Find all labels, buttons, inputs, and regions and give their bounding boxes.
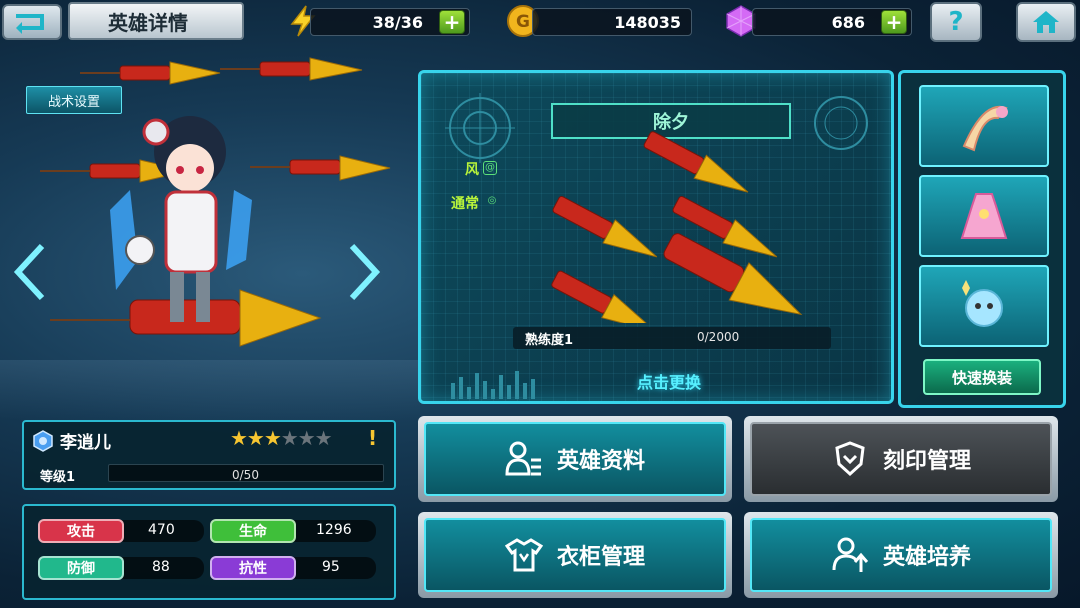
imprint-management-label: 刻印管理 — [882, 449, 971, 474]
wardrobe-management-button[interactable]: 衣柜管理 — [418, 512, 732, 598]
gear-slot-pet[interactable] — [919, 265, 1049, 347]
stat-resistance-label: 抗性 — [210, 556, 296, 580]
pet-companion-icon — [962, 280, 1003, 327]
stat-defense-label: 防御 — [38, 556, 124, 580]
hero-character-image — [40, 57, 391, 347]
shield-emblem-icon — [835, 441, 865, 477]
stat-attack-label: 攻击 — [38, 519, 124, 543]
hero-training-button[interactable]: 英雄培养 — [744, 512, 1058, 598]
gear-slot-outfit[interactable] — [919, 175, 1049, 257]
change-weapon-button[interactable]: 点击更换 — [637, 369, 701, 393]
wardrobe-management-label: 衣柜管理 — [556, 545, 645, 570]
back-button[interactable] — [2, 4, 62, 40]
dress-outfit-icon — [960, 193, 1008, 239]
hero-info-panel: 李逍儿 ★★★★★★ ! 等级1 0/50 — [22, 420, 396, 490]
home-icon — [1033, 11, 1059, 33]
prev-hero-arrow[interactable] — [10, 240, 50, 304]
level-label: 等级1 — [40, 470, 76, 485]
stat-attack-value: 470 — [148, 522, 175, 538]
stat-hp-value: 1296 — [316, 522, 352, 538]
proficiency-value: 0/2000 — [697, 330, 740, 344]
back-icon — [16, 14, 44, 34]
proficiency-label: 熟练度1 — [525, 333, 574, 348]
quick-change-button[interactable]: 快速换装 — [923, 359, 1041, 395]
rarity-label: 通常 — [451, 196, 479, 212]
stats-panel: 攻击 470 生命 1296 防御 88 抗性 95 — [22, 504, 396, 600]
stamina-counter: 38/36 + — [310, 8, 470, 36]
shirt-icon — [504, 538, 543, 572]
user-upgrade-icon — [832, 537, 869, 572]
help-button[interactable]: ? — [930, 2, 982, 42]
stat-resistance-value: 95 — [322, 559, 340, 575]
add-gems-button[interactable]: + — [881, 10, 907, 34]
stars-empty: ★★★ — [280, 426, 333, 450]
gear-column: 快速换装 — [898, 70, 1066, 408]
top-bar: 英雄详情 38/36 + G 148035 686 + ? — [0, 0, 1080, 46]
weapon-panel[interactable]: 除夕 风 @ 通常 ◎ 熟练度1 0/2000 点击更换 — [418, 70, 894, 404]
hero-info-button[interactable]: 英雄资料 — [418, 416, 732, 502]
gem-counter: 686 + — [752, 8, 912, 36]
page-title: 英雄详情 — [68, 2, 244, 40]
stat-hp-label: 生命 — [210, 519, 296, 543]
stars-filled: ★★★ — [230, 426, 282, 450]
next-hero-arrow[interactable] — [344, 240, 384, 304]
equalizer-decor-icon — [451, 371, 535, 399]
add-stamina-button[interactable]: + — [439, 10, 465, 34]
weapon-rockets-image — [551, 131, 803, 323]
chevron-left-icon — [13, 243, 45, 301]
hero-training-label: 英雄培养 — [882, 545, 971, 570]
ribbon-accessory-icon — [962, 105, 1008, 152]
svg-text:G: G — [516, 12, 530, 32]
user-list-icon — [505, 441, 541, 476]
star-rating: ★★★★★★ — [230, 426, 333, 450]
stat-defense-value: 88 — [152, 559, 170, 575]
gear-slot-accessory[interactable] — [919, 85, 1049, 167]
home-button[interactable] — [1016, 2, 1076, 42]
exp-value: 0/50 — [232, 468, 259, 482]
chevron-right-icon — [349, 243, 381, 301]
hero-class-icon — [33, 430, 53, 452]
star-warning-icon[interactable]: ! — [368, 426, 377, 450]
gold-value: 148035 — [614, 12, 681, 32]
hero-info-label: 英雄资料 — [556, 449, 645, 474]
imprint-management-button[interactable]: 刻印管理 — [744, 416, 1058, 502]
element-label: 风 — [465, 162, 479, 178]
proficiency-bar: 熟练度1 0/2000 — [513, 327, 831, 349]
stamina-value: 38/36 — [372, 12, 423, 32]
gold-counter: 148035 — [532, 8, 692, 36]
gem-value: 686 — [831, 12, 865, 32]
help-icon: ? — [948, 7, 964, 37]
hero-name: 李逍儿 — [60, 433, 111, 453]
